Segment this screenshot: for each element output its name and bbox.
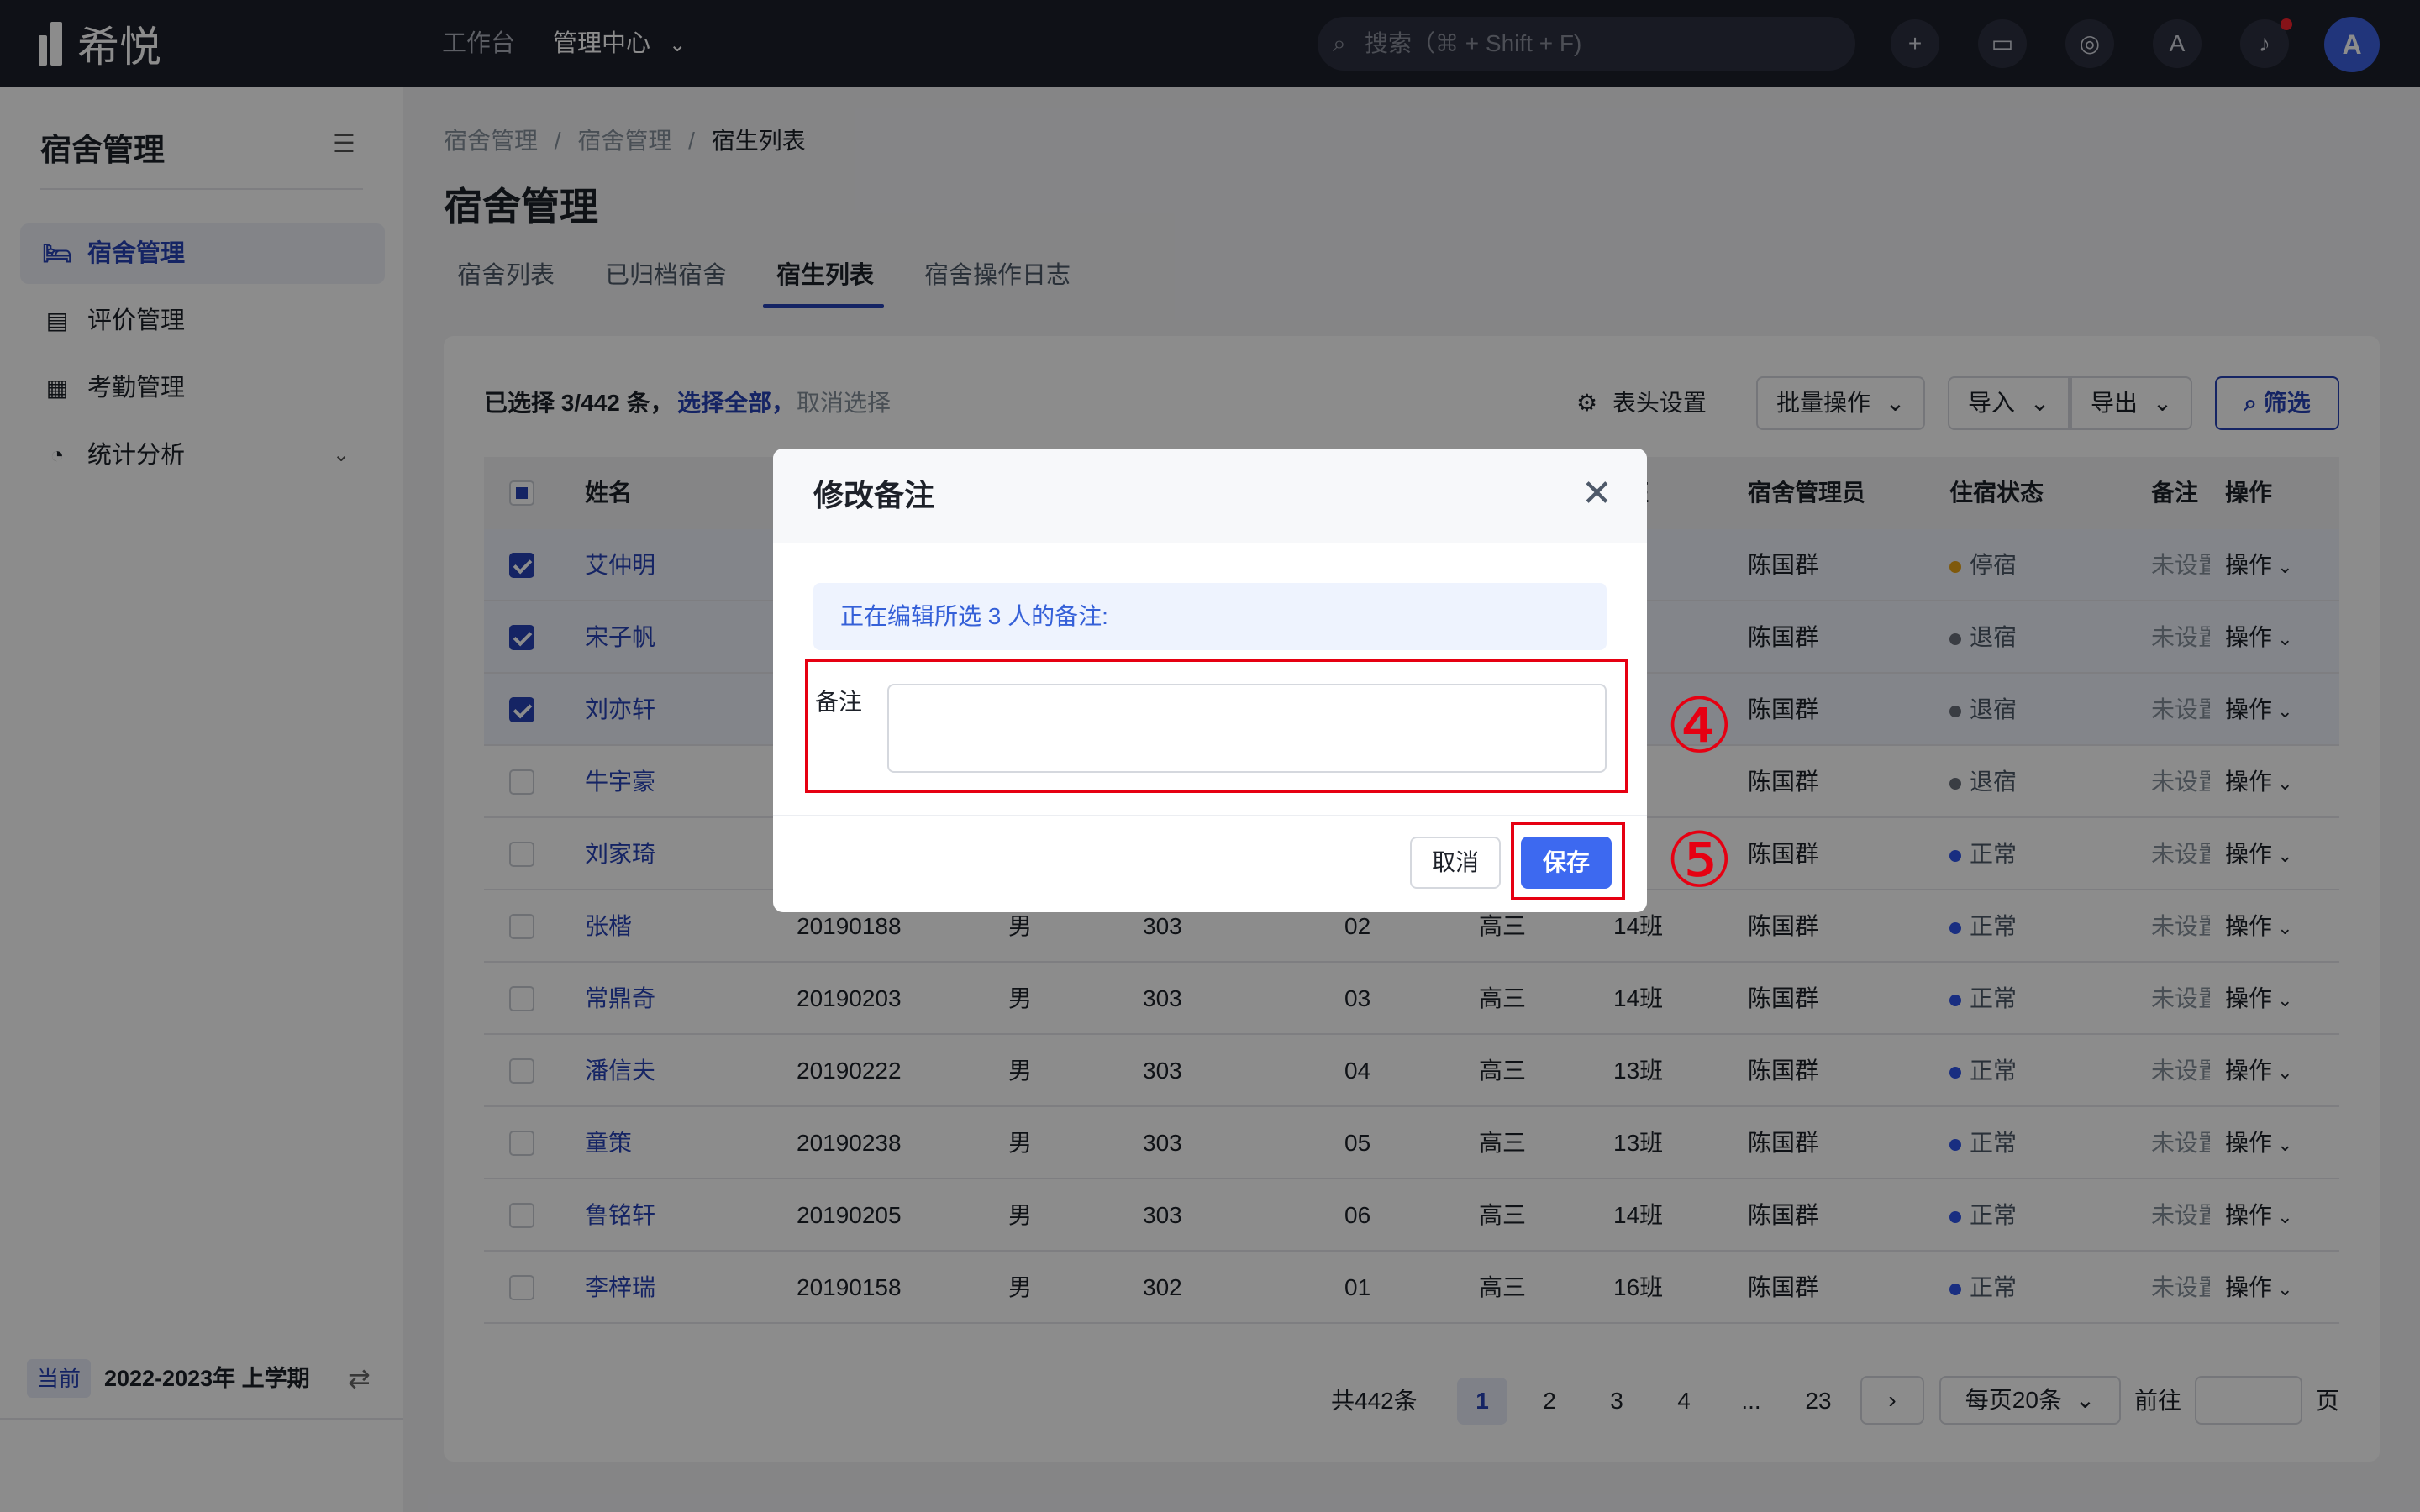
annotation-box-note-field [805,659,1628,793]
dialog-header: 修改备注 ✕ [773,449,1647,543]
cancel-button[interactable]: 取消 [1410,837,1501,889]
dialog-title: 修改备注 [813,478,935,512]
dialog-footer-divider [773,815,1647,816]
annotation-step-5: ⑤ [1665,816,1733,905]
annotation-box-save [1511,822,1625,900]
close-icon[interactable]: ✕ [1581,472,1612,516]
annotation-step-4: ④ [1665,682,1733,770]
dialog-info-banner: 正在编辑所选 3 人的备注: [813,583,1607,650]
